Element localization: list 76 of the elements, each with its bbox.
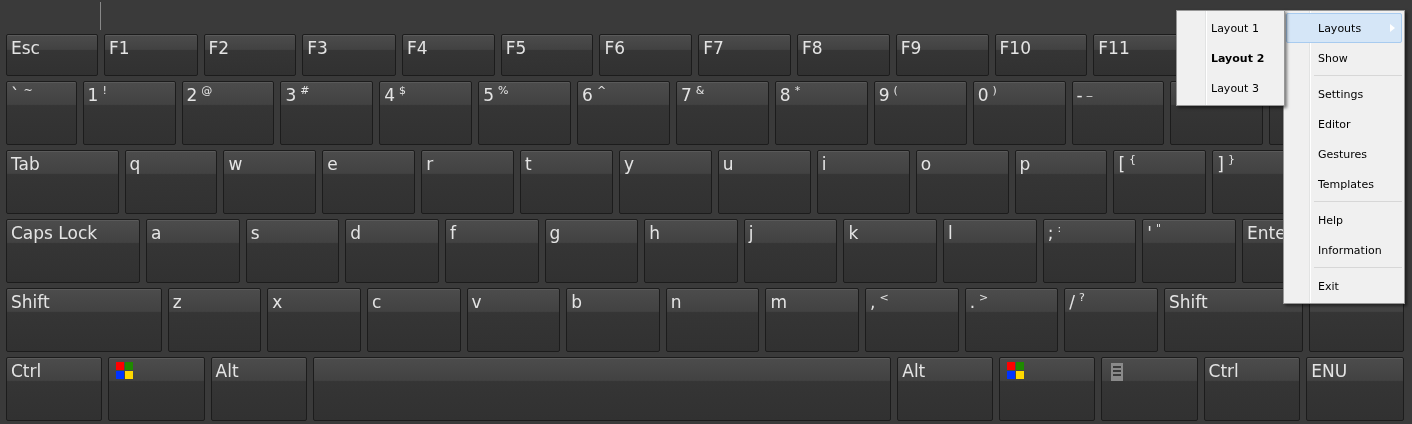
keyboard-key[interactable]: F4: [401, 34, 495, 76]
menu-key[interactable]: [1100, 357, 1198, 421]
keyboard-key[interactable]: Caps Lock: [6, 219, 141, 283]
keyboard-key[interactable]: F9: [895, 34, 989, 76]
keyboard-key[interactable]: t: [520, 150, 613, 214]
windows-logo-icon: [115, 362, 134, 380]
keyboard-key[interactable]: F2: [203, 34, 297, 76]
keyboard-key[interactable]: 9 (: [873, 81, 967, 145]
keyboard-key[interactable]: Ctrl: [6, 357, 102, 421]
keyboard-key[interactable]: Tab: [6, 150, 119, 214]
keyboard-key[interactable]: 8 *: [774, 81, 868, 145]
keyboard-key[interactable]: s: [245, 219, 340, 283]
keyboard-key[interactable]: f: [444, 219, 539, 283]
menu-item[interactable]: Show: [1286, 43, 1402, 73]
keyboard-key[interactable]: ' ": [1142, 219, 1236, 283]
keyboard-key[interactable]: u: [717, 150, 811, 214]
keyboard-key[interactable]: F1: [103, 34, 198, 76]
keyboard-key[interactable]: Alt: [897, 357, 994, 421]
keyboard-key[interactable]: 0 ): [972, 81, 1066, 145]
keyboard-key[interactable]: e: [322, 150, 416, 214]
keyboard-key[interactable]: j: [743, 219, 838, 283]
keyboard-key[interactable]: Alt: [210, 357, 308, 421]
keyboard-key[interactable]: r: [421, 150, 515, 214]
windows-key[interactable]: [107, 357, 205, 421]
keyboard-key[interactable]: 1 !: [82, 81, 176, 145]
keyboard-key[interactable]: / ?: [1064, 288, 1158, 352]
keyboard-key[interactable]: ; :: [1042, 219, 1137, 283]
keyboard-key[interactable]: w: [223, 150, 317, 214]
keyboard-key[interactable]: v: [466, 288, 561, 352]
keyboard-key[interactable]: , <: [865, 288, 959, 352]
keyboard-key[interactable]: F8: [797, 34, 890, 76]
keyboard-key[interactable]: ENU: [1306, 357, 1404, 421]
keyboard-key[interactable]: . >: [964, 288, 1059, 352]
keyboard-key[interactable]: b: [566, 288, 660, 352]
keyboard-key[interactable]: c: [366, 288, 461, 352]
windows-key[interactable]: [999, 357, 1095, 421]
keyboard-key[interactable]: 6 ^: [577, 81, 670, 145]
keyboard-key[interactable]: F10: [994, 34, 1088, 76]
menu-item[interactable]: Layouts: [1286, 13, 1402, 43]
keyboard-key[interactable]: Esc: [6, 34, 98, 76]
keyboard-key[interactable]: m: [765, 288, 860, 352]
keyboard-key[interactable]: g: [544, 219, 639, 283]
keyboard-key[interactable]: [ {: [1113, 150, 1207, 214]
menu-item[interactable]: Settings: [1286, 79, 1402, 109]
document-icon: [1110, 363, 1123, 381]
keyboard-key[interactable]: F5: [500, 34, 594, 76]
keyboard-key[interactable]: h: [644, 219, 738, 283]
keyboard-key[interactable]: k: [843, 219, 938, 283]
keyboard-key[interactable]: F3: [302, 34, 396, 76]
keyboard-key[interactable]: q: [124, 150, 218, 214]
keyboard-key[interactable]: y: [618, 150, 712, 214]
windows-logo-icon: [1007, 362, 1026, 380]
keyboard-key[interactable]: 4 $: [379, 81, 473, 145]
menu-item[interactable]: Editor: [1286, 109, 1402, 139]
keyboard-key[interactable]: 2 @: [181, 81, 275, 145]
keyboard-key[interactable]: 7 &: [675, 81, 769, 145]
keyboard-key[interactable]: 3 #: [280, 81, 374, 145]
menu-item[interactable]: Information: [1286, 235, 1402, 265]
keyboard-key[interactable]: a: [146, 219, 240, 283]
keyboard-key[interactable]: l: [943, 219, 1037, 283]
keyboard-key[interactable]: x: [267, 288, 361, 352]
keyboard-key[interactable]: Ctrl: [1203, 357, 1301, 421]
keyboard-key[interactable]: F6: [599, 34, 693, 76]
keyboard-key[interactable]: z: [167, 288, 262, 352]
menu-item[interactable]: Layout 3: [1179, 73, 1282, 103]
keyboard-key[interactable]: F7: [698, 34, 791, 76]
keyboard-key[interactable]: o: [915, 150, 1009, 214]
keyboard-key[interactable]: p: [1014, 150, 1108, 214]
keyboard-key[interactable]: n: [665, 288, 760, 352]
keyboard-key[interactable]: - _: [1071, 81, 1165, 145]
keyboard-key[interactable]: i: [816, 150, 910, 214]
keyboard-key[interactable]: 5 %: [478, 81, 572, 145]
keyboard-key[interactable]: Shift: [6, 288, 162, 352]
keyboard-key[interactable]: d: [345, 219, 439, 283]
keyboard-key[interactable]: Shift: [1163, 288, 1304, 352]
keyboard-key[interactable]: ` ~: [6, 81, 77, 145]
